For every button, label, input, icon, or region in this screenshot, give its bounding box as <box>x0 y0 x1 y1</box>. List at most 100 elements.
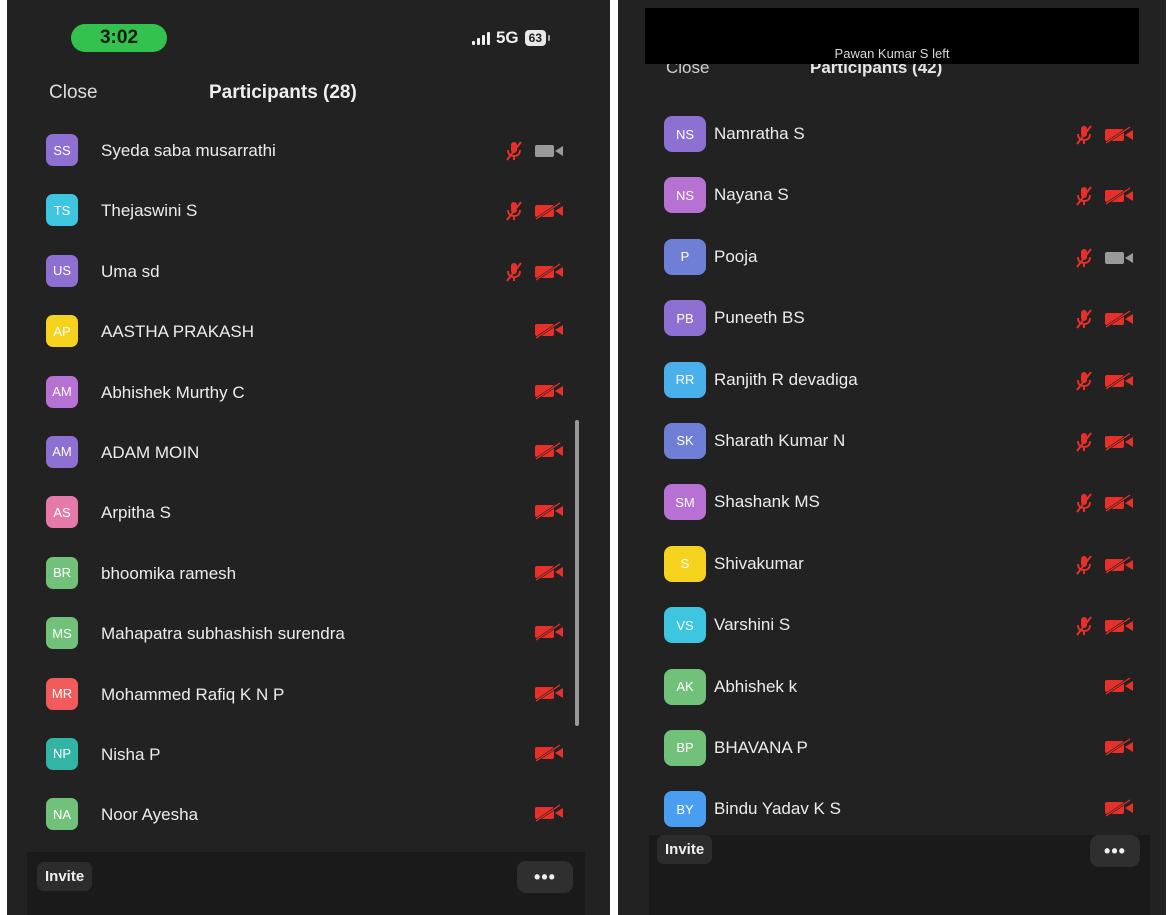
participant-row[interactable]: MS Mahapatra subhashish surendra <box>7 603 610 663</box>
video-off-icon[interactable] <box>1104 126 1134 144</box>
mic-muted-icon[interactable] <box>504 200 524 222</box>
video-off-icon[interactable] <box>534 623 564 642</box>
video-off-icon[interactable] <box>1104 432 1134 451</box>
invite-button[interactable]: Invite <box>657 835 713 864</box>
more-options-button[interactable]: ••• <box>517 861 573 893</box>
participant-status-icons <box>1074 615 1134 637</box>
participant-status-icons <box>1074 554 1134 576</box>
mic-muted-icon[interactable] <box>1074 308 1094 330</box>
participant-name: Nisha P <box>101 744 161 764</box>
participant-name: Ranjith R devadiga <box>714 369 858 389</box>
network-type: 5G <box>495 28 519 47</box>
participant-row[interactable]: AM Abhishek Murthy C <box>7 362 610 422</box>
participant-row[interactable]: NS Namratha S <box>618 102 1166 163</box>
participant-list[interactable]: NS Namratha S NS Nayana S P Pooja PB Puneeth BS… <box>618 102 1166 839</box>
participant-status-icons <box>1104 737 1134 756</box>
video-on-icon[interactable] <box>534 142 564 160</box>
participant-row[interactable]: SS Syeda saba musarrathi <box>7 120 610 180</box>
participant-list[interactable]: SS Syeda saba musarrathi TS Thejaswini S US U… <box>7 120 610 845</box>
avatar-initials: AK <box>676 679 694 695</box>
video-off-icon[interactable] <box>534 502 564 521</box>
avatar-initials: MS <box>52 625 72 641</box>
close-button[interactable]: Close <box>49 82 98 104</box>
avatar: MR <box>46 677 78 710</box>
mic-muted-icon[interactable] <box>504 261 524 283</box>
video-off-icon[interactable] <box>1104 371 1134 390</box>
avatar: AK <box>664 668 706 705</box>
participant-row[interactable]: BR bhoomika ramesh <box>7 543 610 603</box>
video-off-icon[interactable] <box>1104 555 1134 574</box>
participant-status-icons <box>534 683 564 702</box>
video-off-icon[interactable] <box>534 381 564 400</box>
invite-button[interactable]: Invite <box>37 862 93 891</box>
banner-text: Pawan Kumar S left <box>834 46 950 61</box>
video-off-icon[interactable] <box>534 804 564 823</box>
participant-row[interactable]: AK Abhishek k <box>618 655 1166 716</box>
avatar-initials: BR <box>52 565 72 581</box>
video-off-icon[interactable] <box>534 683 564 702</box>
participant-status-icons <box>1074 185 1134 207</box>
call-timer-pill[interactable]: 3:02 <box>71 24 167 52</box>
mic-muted-icon[interactable] <box>1074 247 1094 269</box>
participant-row[interactable]: PB Puneeth BS <box>618 286 1166 347</box>
participant-name: Pooja <box>714 246 758 266</box>
avatar: PB <box>664 300 706 337</box>
avatar-initials: NS <box>675 187 695 203</box>
mic-muted-icon[interactable] <box>1074 185 1094 207</box>
avatar: NP <box>46 737 78 770</box>
battery-icon: 63 <box>524 30 551 46</box>
participant-row[interactable]: TS Thejaswini S <box>7 180 610 240</box>
video-off-icon[interactable] <box>1104 799 1134 818</box>
participant-row[interactable]: BP BHAVANA P <box>618 716 1166 777</box>
participant-name: Mahapatra subhashish surendra <box>101 624 345 644</box>
mic-muted-icon[interactable] <box>1074 615 1094 637</box>
video-off-icon[interactable] <box>1104 187 1134 206</box>
video-off-icon[interactable] <box>1104 737 1134 756</box>
participant-status-icons <box>534 502 564 521</box>
video-off-icon[interactable] <box>1104 494 1134 513</box>
avatar-initials: AS <box>53 504 71 520</box>
video-off-icon[interactable] <box>1104 310 1134 329</box>
avatar: NS <box>664 116 706 152</box>
avatar: AM <box>46 435 78 468</box>
mic-muted-icon[interactable] <box>1074 554 1094 576</box>
avatar: RR <box>664 361 706 398</box>
participant-row[interactable]: S Shivakumar <box>618 532 1166 593</box>
video-on-icon[interactable] <box>1104 249 1134 267</box>
avatar: BY <box>664 791 706 828</box>
video-off-icon[interactable] <box>534 441 564 460</box>
participant-row[interactable]: P Pooja <box>618 225 1166 286</box>
mic-muted-icon[interactable] <box>1074 431 1094 453</box>
participant-row[interactable]: VS Varshini S <box>618 593 1166 654</box>
mic-muted-icon[interactable] <box>1074 370 1094 392</box>
video-off-icon[interactable] <box>534 743 564 762</box>
participant-status-icons <box>1074 124 1134 146</box>
participant-row[interactable]: BY Bindu Yadav K S <box>618 777 1166 838</box>
participant-row[interactable]: NP Nisha P <box>7 724 610 784</box>
video-off-icon[interactable] <box>534 262 564 281</box>
more-options-button[interactable]: ••• <box>1090 835 1140 867</box>
participant-row[interactable]: SM Shashank MS <box>618 470 1166 531</box>
participant-row[interactable]: RR Ranjith R devadiga <box>618 348 1166 409</box>
participant-status-icons <box>1074 370 1134 392</box>
participant-row[interactable]: AS Arpitha S <box>7 482 610 542</box>
mic-muted-icon[interactable] <box>504 140 524 162</box>
participant-row[interactable]: AP AASTHA PRAKASH <box>7 301 610 361</box>
scrollbar[interactable] <box>575 420 579 726</box>
participant-name: Nayana S <box>714 185 789 205</box>
participant-row[interactable]: AM ADAM MOIN <box>7 422 610 482</box>
participant-row[interactable]: US Uma sd <box>7 241 610 301</box>
video-off-icon[interactable] <box>1104 617 1134 636</box>
participant-row[interactable]: NA Noor Ayesha <box>7 784 610 844</box>
participant-row[interactable]: MR Mohammed Rafiq K N P <box>7 664 610 724</box>
participant-status-icons <box>534 441 564 460</box>
participant-row[interactable]: NS Nayana S <box>618 163 1166 224</box>
participant-row[interactable]: SK Sharath Kumar N <box>618 409 1166 470</box>
video-off-icon[interactable] <box>1104 676 1134 695</box>
participant-name: Bindu Yadav K S <box>714 799 841 819</box>
video-off-icon[interactable] <box>534 202 564 221</box>
video-off-icon[interactable] <box>534 321 564 340</box>
mic-muted-icon[interactable] <box>1074 492 1094 514</box>
mic-muted-icon[interactable] <box>1074 124 1094 146</box>
video-off-icon[interactable] <box>534 562 564 581</box>
